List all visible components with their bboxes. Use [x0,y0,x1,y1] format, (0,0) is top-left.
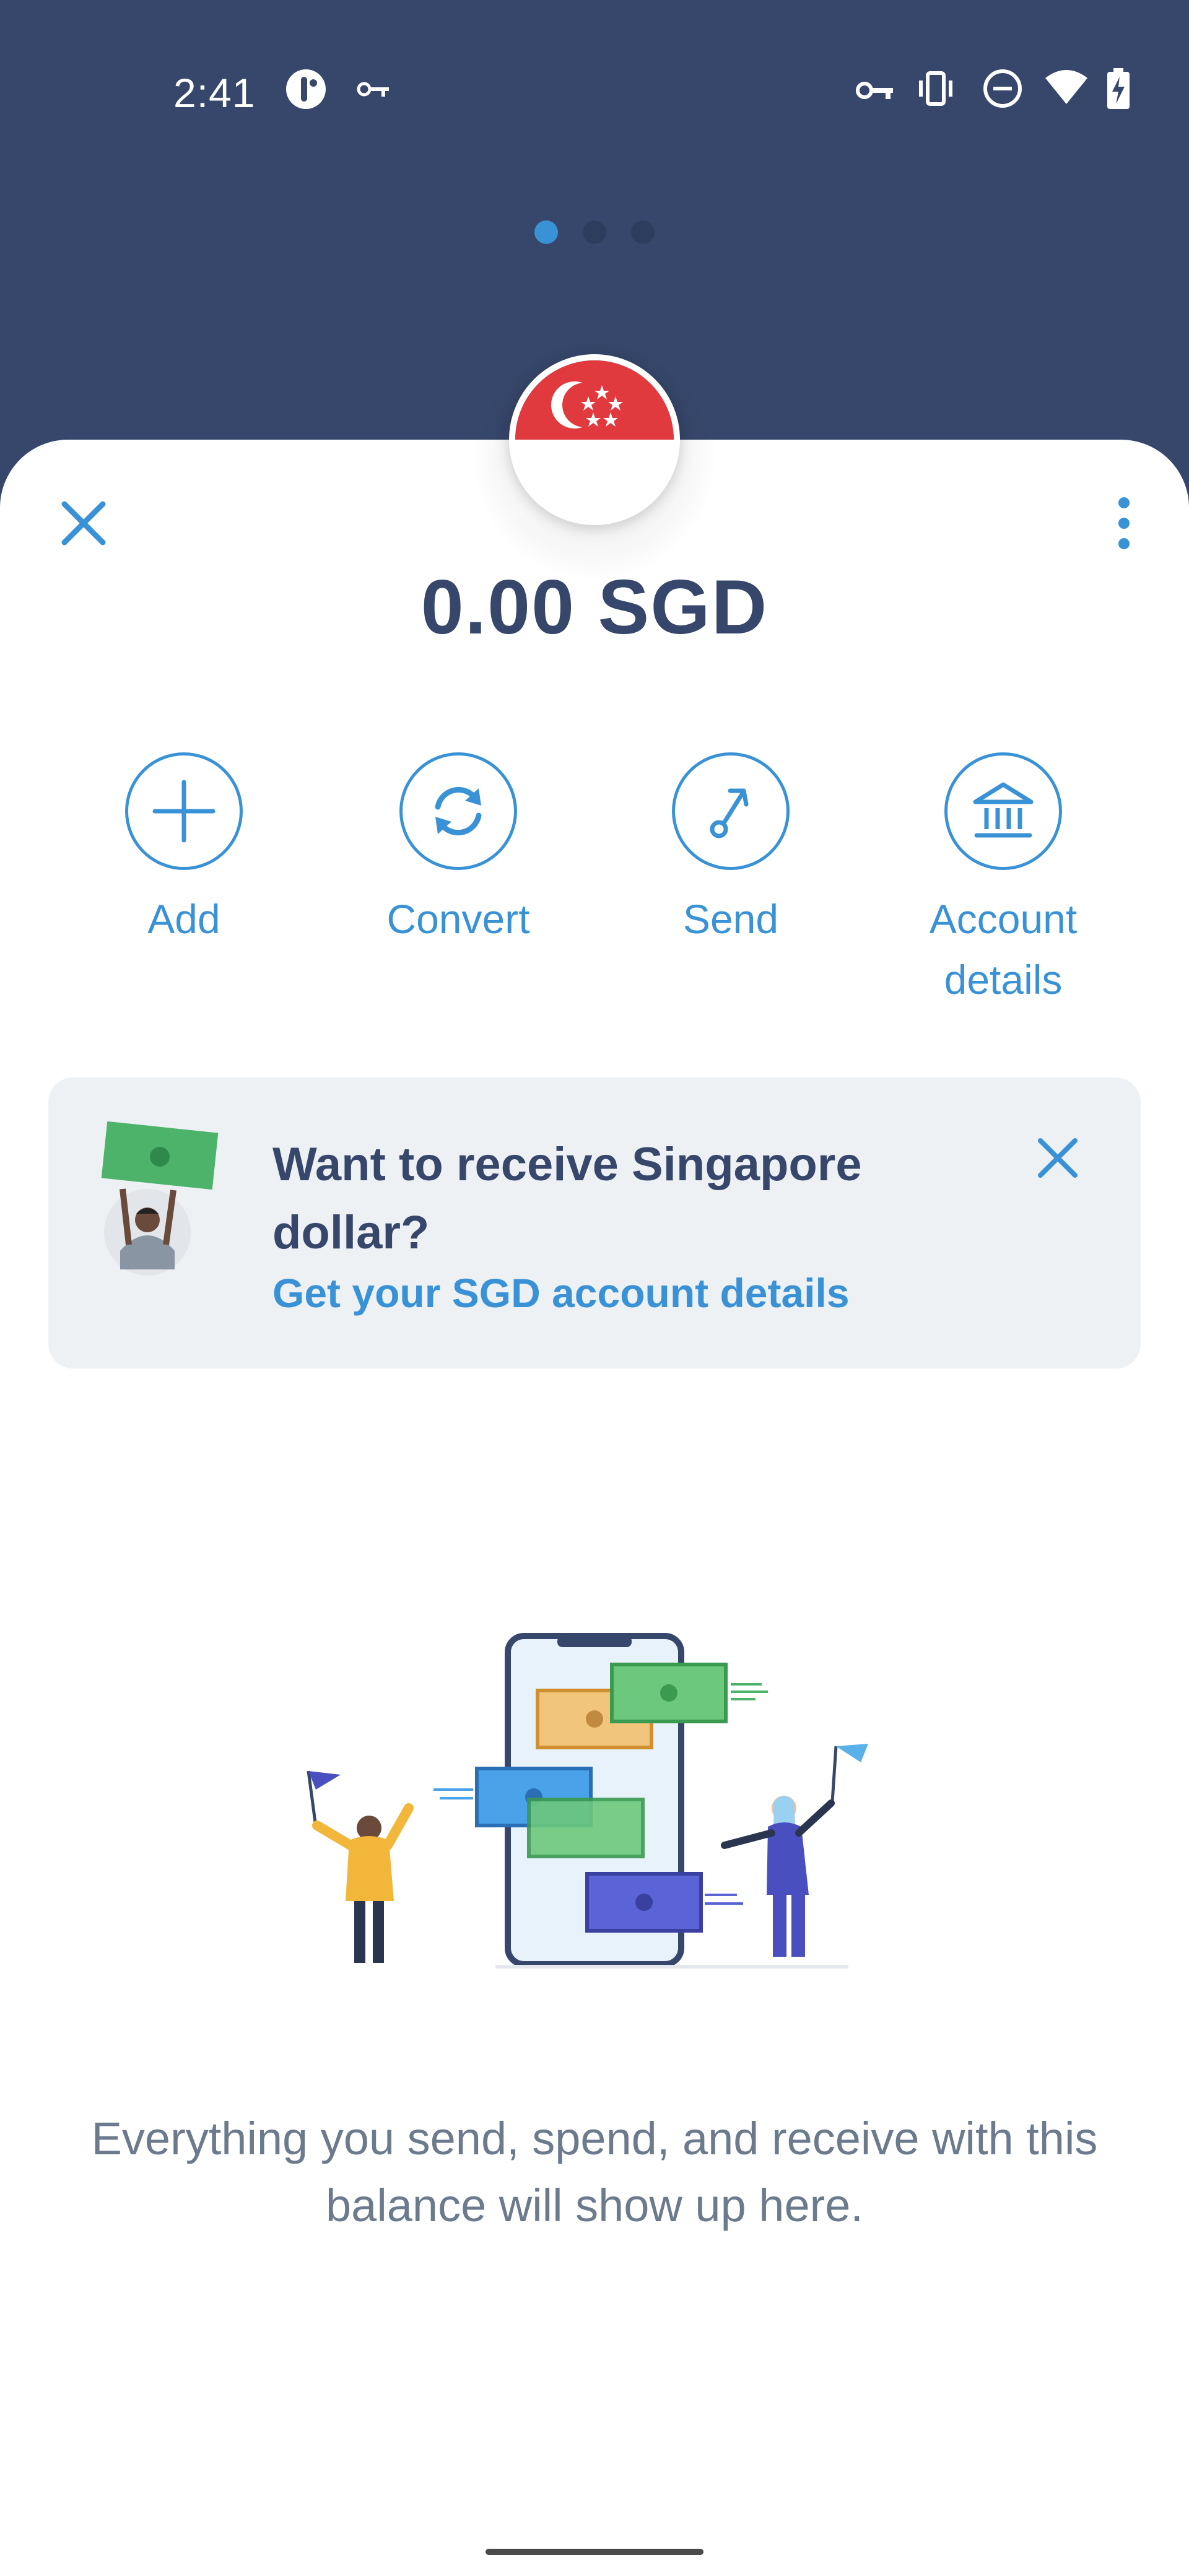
add-label: Add [147,896,220,942]
page-indicator [0,220,1189,244]
account-details-button[interactable]: Account details [879,752,1127,1010]
key-icon [357,82,389,97]
convert-label: Convert [386,896,530,942]
vibrate-icon [919,71,952,106]
person-holding-money-icon [101,1121,219,1276]
close-icon[interactable] [1033,1133,1082,1183]
status-time: 2:41 [173,70,256,116]
banner-title: Want to receive Singapore dollar? [272,1138,862,1259]
account-details-label-line1: Account [929,896,1078,942]
do-not-disturb-icon [983,69,1022,108]
page-dot[interactable] [631,220,655,244]
empty-state-illustration [307,1633,868,1969]
status-bar: 2:41 [0,0,1189,186]
empty-state-message: Everything you send, spend, and receive … [91,2113,1098,2231]
get-sgd-account-details-link[interactable]: Get your SGD account details [272,1269,850,1316]
singapore-flag-icon [509,354,680,525]
page-dot-active[interactable] [534,220,558,244]
battery-charging-icon [1107,68,1130,109]
receive-sgd-banner: Want to receive Singapore dollar? Get yo… [48,1077,1141,1368]
wifi-icon [1045,70,1087,104]
add-button[interactable]: Add [60,752,308,949]
send-label: Send [682,896,779,942]
bank-icon [973,782,1034,838]
convert-circle[interactable] [399,752,517,870]
account-details-label: Account details [879,889,1127,1010]
page-dot[interactable] [583,220,606,244]
add-circle[interactable] [125,752,243,870]
more-options-icon[interactable] [1096,495,1152,551]
send-arrow-icon [710,788,749,838]
send-circle[interactable] [672,752,790,870]
vpn-key-icon [856,82,893,99]
home-indicator[interactable] [486,2549,703,2555]
send-button[interactable]: Send [607,752,855,949]
refresh-icon [435,786,482,836]
app-icon [286,69,326,109]
account-details-circle[interactable] [944,752,1062,870]
balance-amount: 0.00 SGD [420,565,769,650]
plus-icon [152,780,216,843]
convert-button[interactable]: Convert [334,752,582,949]
account-details-label-line2: details [944,957,1063,1003]
close-icon[interactable] [56,495,111,551]
